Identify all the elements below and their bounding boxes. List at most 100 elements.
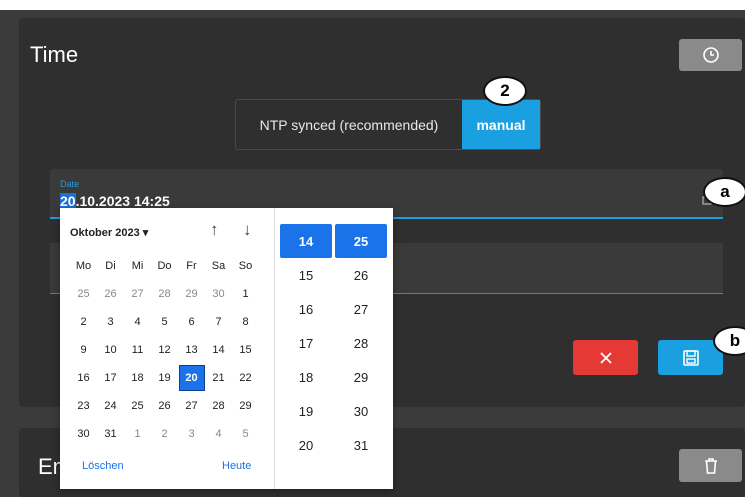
calendar-day[interactable]: 28 <box>205 392 232 420</box>
date-selected-part: 20 <box>60 193 76 209</box>
weekday-label: So <box>238 260 253 272</box>
clock-icon <box>702 47 719 63</box>
minute-option[interactable]: 29 <box>335 360 387 394</box>
callout-badge-2: 2 <box>483 76 527 106</box>
calendar-day[interactable]: 18 <box>124 364 151 392</box>
calendar-week-row: 16 17 18 19 20 21 22 <box>70 364 259 392</box>
hour-option[interactable]: 20 <box>280 428 332 462</box>
ntp-synced-option[interactable]: NTP synced (recommended) <box>236 100 462 149</box>
calendar-day[interactable]: 14 <box>205 336 232 364</box>
calendar-day[interactable]: 23 <box>70 392 97 420</box>
section-title: Time <box>30 42 79 67</box>
date-time-picker: Oktober 2023 ▾ ↑ ↓ Mo Di Mi Do Fr Sa So … <box>60 208 393 489</box>
calendar-week-row: 2 3 4 5 6 7 8 <box>70 308 259 336</box>
calendar-day[interactable]: 29 <box>232 392 259 420</box>
calendar-day[interactable]: 31 <box>97 420 124 448</box>
calendar-day[interactable]: 4 <box>124 308 151 336</box>
weekday-label: Mi <box>131 260 144 272</box>
calendar-day[interactable]: 5 <box>151 308 178 336</box>
minute-option[interactable]: 27 <box>335 292 387 326</box>
calendar-day[interactable]: 26 <box>151 392 178 420</box>
calendar-day[interactable]: 3 <box>178 420 205 448</box>
calendar-day[interactable]: 27 <box>124 280 151 308</box>
calendar-day[interactable]: 16 <box>70 364 97 392</box>
save-icon <box>682 349 699 366</box>
time-source-toggle: NTP synced (recommended) manual <box>235 99 541 150</box>
calendar-day[interactable]: 4 <box>205 420 232 448</box>
weekday-label: Sa <box>211 260 226 272</box>
calendar-day[interactable]: 29 <box>178 280 205 308</box>
close-icon <box>599 351 612 364</box>
calendar-day[interactable]: 7 <box>205 308 232 336</box>
calendar-day[interactable]: 3 <box>97 308 124 336</box>
month-selector[interactable]: Oktober 2023 ▾ <box>70 226 148 239</box>
calendar-day[interactable]: 26 <box>97 280 124 308</box>
calendar-day[interactable]: 27 <box>178 392 205 420</box>
trash-icon <box>704 457 717 474</box>
today-button[interactable]: Heute <box>222 460 251 472</box>
calendar-day[interactable]: 15 <box>232 336 259 364</box>
minute-option[interactable]: 31 <box>335 428 387 462</box>
calendar-day[interactable]: 2 <box>151 420 178 448</box>
caret-down-icon: ▾ <box>142 227 149 239</box>
clock-button[interactable] <box>679 39 742 71</box>
calendar-day[interactable]: 21 <box>205 364 232 392</box>
calendar-day[interactable]: 2 <box>70 308 97 336</box>
hour-option[interactable]: 17 <box>280 326 332 360</box>
calendar-day[interactable]: 5 <box>232 420 259 448</box>
calendar-panel: Oktober 2023 ▾ ↑ ↓ Mo Di Mi Do Fr Sa So … <box>60 208 274 489</box>
cancel-button[interactable] <box>573 340 638 375</box>
calendar-day[interactable]: 28 <box>151 280 178 308</box>
selected-day-label: 20 <box>178 365 205 391</box>
hour-option[interactable]: 19 <box>280 394 332 428</box>
calendar-day[interactable]: 25 <box>124 392 151 420</box>
calendar-day[interactable]: 1 <box>232 280 259 308</box>
weekday-label: Do <box>157 260 172 272</box>
hour-column: 14 15 16 17 18 19 20 <box>280 224 332 462</box>
date-field-label: Date <box>60 179 80 189</box>
minute-option[interactable]: 26 <box>335 258 387 292</box>
previous-month-arrow-icon[interactable]: ↑ <box>210 220 219 240</box>
calendar-day[interactable]: 6 <box>178 308 205 336</box>
hour-option[interactable]: 16 <box>280 292 332 326</box>
calendar-week-row: 23 24 25 26 27 28 29 <box>70 392 259 420</box>
next-month-arrow-icon[interactable]: ↓ <box>243 220 252 240</box>
calendar-day[interactable]: 8 <box>232 308 259 336</box>
calendar-day-selected[interactable]: 20 <box>178 364 205 392</box>
delete-button[interactable] <box>679 449 742 482</box>
calendar-day[interactable]: 17 <box>97 364 124 392</box>
calendar-day[interactable]: 12 <box>151 336 178 364</box>
hour-option-selected[interactable]: 14 <box>280 224 332 258</box>
picker-divider <box>274 208 275 489</box>
minute-option-selected[interactable]: 25 <box>335 224 387 258</box>
calendar-grid: Mo Di Mi Do Fr Sa So 25 26 27 28 29 30 1… <box>70 252 259 448</box>
date-field-value[interactable]: 20.10.2023 14:25 <box>60 193 170 209</box>
calendar-week-row: 25 26 27 28 29 30 1 <box>70 280 259 308</box>
calendar-day[interactable]: 24 <box>97 392 124 420</box>
hour-option[interactable]: 15 <box>280 258 332 292</box>
hour-option[interactable]: 18 <box>280 360 332 394</box>
minute-option[interactable]: 28 <box>335 326 387 360</box>
calendar-day[interactable]: 22 <box>232 364 259 392</box>
calendar-day[interactable]: 30 <box>205 280 232 308</box>
calendar-day[interactable]: 19 <box>151 364 178 392</box>
calendar-day[interactable]: 13 <box>178 336 205 364</box>
calendar-day[interactable]: 25 <box>70 280 97 308</box>
weekday-header-row: Mo Di Mi Do Fr Sa So <box>70 252 259 280</box>
date-rest: .10.2023 14:25 <box>75 193 170 209</box>
calendar-day[interactable]: 9 <box>70 336 97 364</box>
manual-option[interactable]: manual <box>462 100 540 149</box>
weekday-label: Di <box>105 260 116 272</box>
minute-option[interactable]: 30 <box>335 394 387 428</box>
weekday-label: Mo <box>75 260 92 272</box>
calendar-week-row: 9 10 11 12 13 14 15 <box>70 336 259 364</box>
calendar-week-row: 30 31 1 2 3 4 5 <box>70 420 259 448</box>
calendar-day[interactable]: 11 <box>124 336 151 364</box>
callout-badge-a: a <box>703 177 745 207</box>
month-label: Oktober 2023 <box>70 227 140 239</box>
calendar-day[interactable]: 30 <box>70 420 97 448</box>
clear-button[interactable]: Löschen <box>82 460 124 472</box>
minute-column: 25 26 27 28 29 30 31 <box>335 224 387 462</box>
calendar-day[interactable]: 10 <box>97 336 124 364</box>
calendar-day[interactable]: 1 <box>124 420 151 448</box>
